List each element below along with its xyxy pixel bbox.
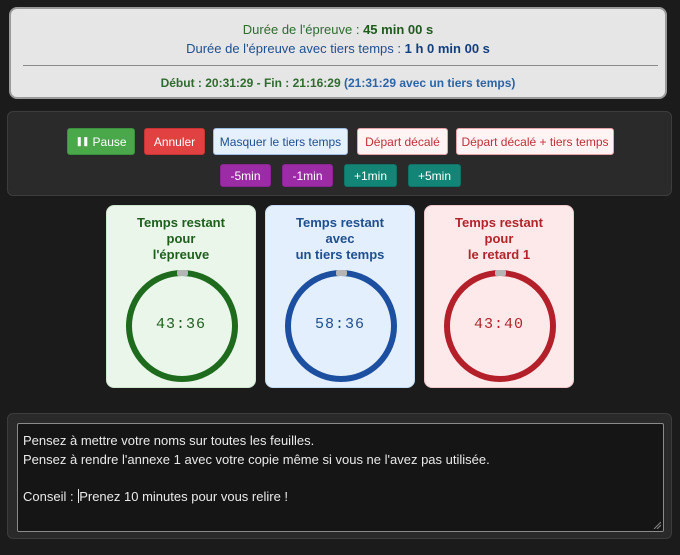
timer-title-line: pour: [166, 231, 196, 246]
timer-title-line: le retard 1: [467, 247, 531, 262]
timer-card-title: Temps restant pour le retard 1: [429, 215, 569, 263]
timer-card-exam: Temps restant pour l'épreuve 43:36: [106, 205, 256, 388]
notes-line: [23, 469, 658, 488]
progress-ring-marker: [177, 270, 188, 276]
notes-text: Prenez 10 minutes pour vous relire !: [79, 488, 289, 504]
timer-card-retard: Temps restant pour le retard 1 43:40: [424, 205, 574, 388]
exam-duration-value: 45 min 00 s: [363, 22, 434, 37]
timer-title-line: Temps restant: [296, 215, 384, 230]
exam-info-panel: Durée de l'épreuve : 45 min 00 s Durée d…: [9, 7, 667, 99]
exam-schedule-tt-text: (21:31:29 avec un tiers temps): [343, 76, 516, 90]
timer-title-line: un tiers temps: [295, 247, 385, 262]
plus-1min-button[interactable]: +1min: [344, 164, 397, 187]
timer-value: 58:36: [314, 316, 365, 333]
timer-value: 43:40: [473, 316, 524, 333]
info-divider: [23, 65, 658, 66]
progress-ring-marker: [495, 270, 506, 276]
timer-value: 43:36: [155, 316, 206, 333]
delayed-start-tiers-temps-button[interactable]: Départ décalé + tiers temps: [456, 128, 614, 155]
notes-line: Pensez à rendre l'annexe 1 avec votre co…: [23, 451, 490, 467]
timer-title-line: pour: [484, 231, 514, 246]
exam-duration-tt-label: Durée de l'épreuve avec tiers temps :: [186, 41, 405, 56]
notes-line: Pensez à mettre votre noms sur toutes le…: [23, 433, 315, 448]
notes-textarea[interactable]: Pensez à mettre votre noms sur toutes le…: [17, 423, 664, 532]
exam-duration-tt-value: 1 h 0 min 00 s: [404, 41, 490, 56]
timer-title-line: avec: [325, 231, 355, 246]
exam-duration-label: Durée de l'épreuve :: [242, 22, 364, 37]
notes-line: Conseil : Prenez 10 minutes pour vous re…: [23, 488, 658, 507]
pause-button[interactable]: ❚❚ Pause: [67, 128, 135, 155]
notes-text: Conseil :: [23, 488, 78, 504]
plus-5min-button[interactable]: +5min: [408, 164, 461, 187]
resize-handle-icon[interactable]: [653, 521, 661, 529]
timer-card-title: Temps restant pour l'épreuve: [111, 215, 251, 263]
hide-tiers-temps-button[interactable]: Masquer le tiers temps: [213, 128, 348, 155]
timer-title-line: l'épreuve: [152, 247, 210, 262]
pause-button-label: Pause: [92, 134, 127, 149]
delayed-start-button[interactable]: Départ décalé: [357, 128, 448, 155]
controls-panel: ❚❚ Pause Annuler Masquer le tiers temps …: [7, 111, 672, 196]
timer-title-line: Temps restant: [137, 215, 225, 230]
exam-schedule-text: Début : 20:31:29 - Fin : 21:16:29: [160, 76, 341, 90]
minus-1min-button[interactable]: -1min: [282, 164, 333, 187]
minus-5min-button[interactable]: -5min: [220, 164, 271, 187]
exam-duration: Durée de l'épreuve : 45 min 00 s: [11, 22, 665, 37]
timer-card-tiers-temps: Temps restant avec un tiers temps 58:36: [265, 205, 415, 388]
timer-card-title: Temps restant avec un tiers temps: [270, 215, 410, 263]
exam-duration-tiers-temps: Durée de l'épreuve avec tiers temps : 1 …: [11, 41, 665, 56]
timer-title-line: Temps restant: [455, 215, 543, 230]
progress-ring-marker: [336, 270, 347, 276]
cancel-button[interactable]: Annuler: [144, 128, 205, 155]
exam-schedule: Début : 20:31:29 - Fin : 21:16:29 (21:31…: [11, 76, 665, 90]
notes-panel: Pensez à mettre votre noms sur toutes le…: [7, 413, 672, 539]
pause-icon: ❚❚: [75, 136, 89, 146]
